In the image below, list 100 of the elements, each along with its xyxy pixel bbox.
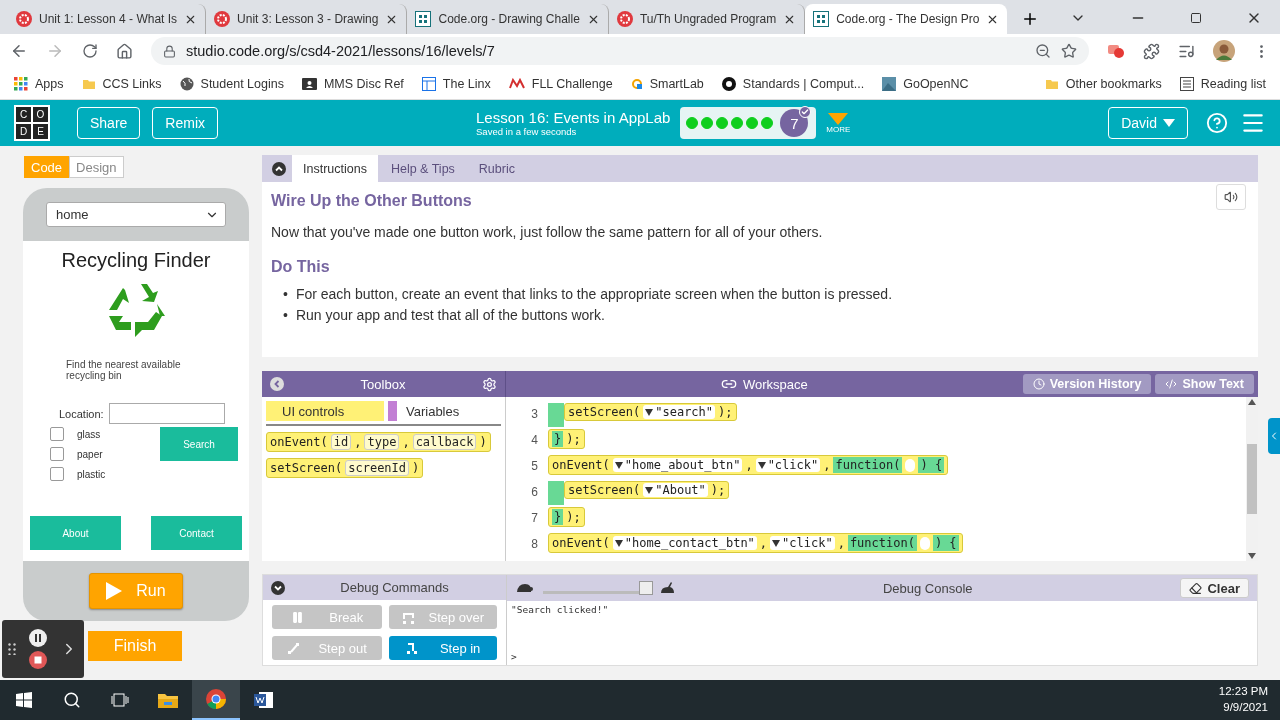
level-dot[interactable] [701,117,714,129]
toolbox-title: Toolbox [360,376,406,392]
chrome-icon[interactable] [192,680,240,720]
code-dropdown[interactable]: "click" [770,536,835,550]
checkbox[interactable] [50,427,64,441]
bookmark-link[interactable]: The Linx [421,76,491,91]
restore-icon[interactable] [1190,12,1202,24]
scroll-down-icon[interactable] [1248,553,1256,559]
speaker-icon [1224,190,1238,204]
code-block[interactable]: onEvent( "home_contact_btn" , "click" , function( ) { [548,533,963,553]
pause-icon [290,610,304,624]
globe-icon [179,76,194,91]
code-dropdown[interactable]: "search" [643,405,716,419]
drag-handle-icon[interactable] [8,643,17,655]
mode-toggle[interactable]: Design [69,156,124,178]
line-number: 4 [530,433,539,447]
line-number: 7 [530,511,539,525]
code-block[interactable]: onEvent( "home_about_btn" , "click" , function( ) { [548,455,949,475]
help-icon[interactable] [1206,112,1228,134]
record-extension-icon[interactable] [1107,43,1125,59]
code-block[interactable]: setScreen( "search" ); [564,403,737,421]
location-field[interactable] [108,403,225,424]
caret-icon [757,461,766,469]
code-block[interactable]: setScreen( "About" ); [564,481,730,499]
caret-icon [772,539,781,547]
lock-icon [163,44,176,58]
bookmark-link[interactable]: GoOpenNC [882,76,969,91]
debug-commands-title: Debug Commands [339,580,450,595]
instructions-tab[interactable]: Instructions [292,155,378,182]
slider-thumb[interactable] [639,581,653,595]
collapse-icon[interactable] [272,161,286,176]
reload-icon[interactable] [82,43,98,59]
code-block[interactable]: } ); [548,507,585,527]
code-dropdown[interactable]: "click" [755,458,821,472]
bookmark-link[interactable]: SmartLab [630,76,704,91]
star-icon[interactable] [1061,43,1077,59]
bookmark-link[interactable]: FLL Challenge [508,76,613,91]
bookmark-link[interactable]: Other bookmarks [1044,76,1162,91]
console-prompt[interactable]: > [511,651,1253,662]
instruction-bullet: Run your app and test that all of the buttons work. [295,307,605,324]
collapse-icon[interactable] [271,580,285,595]
text-to-speech-button[interactable] [1216,184,1246,210]
system-clock[interactable]: 12:23 PM 9/9/2021 [1218,684,1280,716]
line-number: 5 [530,459,539,473]
avatar-icon[interactable] [1213,40,1235,62]
caret-icon [645,408,654,416]
instructions-heading: Wire Up the Other Buttons [271,192,472,210]
smart-logo-icon [630,77,643,90]
checkbox[interactable] [50,447,64,461]
home-icon[interactable] [116,42,133,60]
instructions-tab[interactable]: Rubric [467,155,526,182]
checkbox[interactable] [50,467,64,481]
instruction-bullet: For each button, create an event that links to the appropriate screen when the button is pressed. [295,286,893,303]
apps-grid-icon [14,76,28,91]
screen-select[interactable]: home [46,202,226,227]
level-dot[interactable] [746,117,759,129]
bookmark-link[interactable]: CCS Links [81,76,162,91]
bullet-marker: • [283,286,288,303]
eraser-icon [1189,581,1203,595]
scrollbar-thumb[interactable] [1247,444,1257,514]
address-bar[interactable]: studio.code.org/s/csd4-2021/lessons/16/levels/7 [151,37,1089,65]
level-dot[interactable] [716,117,729,129]
instructions-tab[interactable]: Help & Tips [379,155,466,182]
app-title: Recycling Finder [61,249,211,272]
check-icon [801,108,810,116]
caret-icon [614,539,623,547]
settings-icon[interactable] [482,376,497,392]
stop-icon[interactable] [29,651,47,669]
line-number: 3 [530,407,539,421]
function-body-bar [548,403,564,427]
bookmark-link[interactable]: Standards | Comput... [721,76,865,91]
code-dropdown[interactable]: "home_about_btn" [612,458,743,472]
window-icon [421,76,436,91]
scroll-up-icon[interactable] [1248,399,1256,405]
level-dot[interactable] [686,117,699,129]
code-dropdown[interactable]: "About" [643,483,708,497]
zoom-icon[interactable] [1035,43,1051,59]
bookmark-link[interactable]: Reading list [1179,76,1266,91]
code-dropdown[interactable]: "home_contact_btn" [612,536,757,550]
browser-tab[interactable]: Code.org - The Design Pro [805,4,1008,34]
bookmark-link[interactable]: Student Logins [179,76,284,91]
pause-icon[interactable] [29,629,47,647]
line-number: 6 [530,485,539,499]
level-dot[interactable] [731,117,744,129]
gear-icon [214,11,231,27]
code-block[interactable]: onEvent( id , type , callback ) [266,432,491,452]
code-block[interactable]: setScreen( screenId ) [266,458,424,478]
current-level[interactable]: 7 [780,109,809,137]
code-block[interactable]: } ); [548,429,585,449]
logo[interactable]: C O D E [14,105,50,141]
extensions-icon[interactable] [1143,42,1160,60]
bookmark-link[interactable]: Apps [14,76,64,91]
checkbox-label: glass [77,428,101,440]
toolbox-category[interactable]: UI controls [266,401,384,421]
level-dot[interactable] [761,117,774,129]
clear-button[interactable]: Clear [1180,578,1249,598]
back-icon[interactable] [10,42,28,60]
bookmark-link[interactable]: MMS Disc Ref [301,76,404,91]
console-output: "Search clicked!" [511,604,610,615]
lesson-title: Lesson 16: Events in AppLab [476,109,671,126]
